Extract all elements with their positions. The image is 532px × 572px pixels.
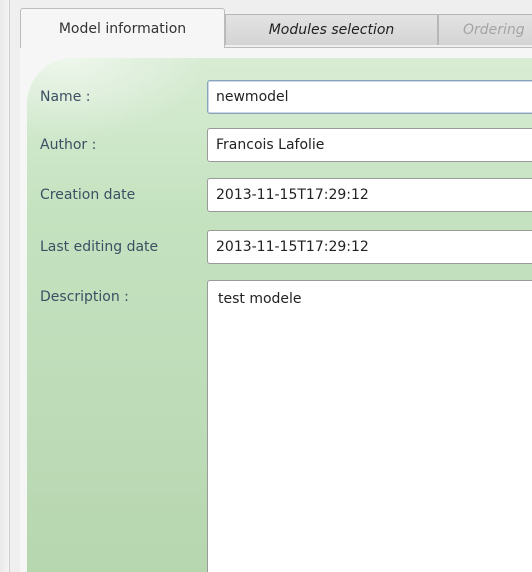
description-label: Description : (40, 289, 129, 305)
tab-modules-selection[interactable]: Modules selection (225, 14, 438, 45)
creation-date-label: Creation date (40, 187, 136, 203)
author-input[interactable]: Francois Lafolie (207, 128, 532, 162)
name-input[interactable]: newmodel (207, 80, 532, 114)
last-editing-date-label: Last editing date (40, 239, 159, 255)
tab-model-information[interactable]: Model information (20, 8, 225, 48)
model-editor-window: Model information Modules selection Orde… (0, 0, 532, 572)
tab-ordering[interactable]: Ordering (438, 14, 532, 45)
author-label: Author : (40, 137, 97, 153)
creation-date-input[interactable]: 2013-11-15T17:29:12 (207, 178, 532, 212)
tab-label: Modules selection (268, 22, 395, 38)
name-label: Name : (40, 89, 91, 105)
left-border (0, 0, 10, 572)
tab-label: Ordering (463, 22, 525, 38)
tab-label: Model information (58, 20, 187, 37)
last-editing-date-input[interactable]: 2013-11-15T17:29:12 (207, 230, 532, 264)
description-textarea[interactable]: test modele (207, 280, 532, 572)
tab-bar: Model information Modules selection Orde… (10, 8, 532, 48)
